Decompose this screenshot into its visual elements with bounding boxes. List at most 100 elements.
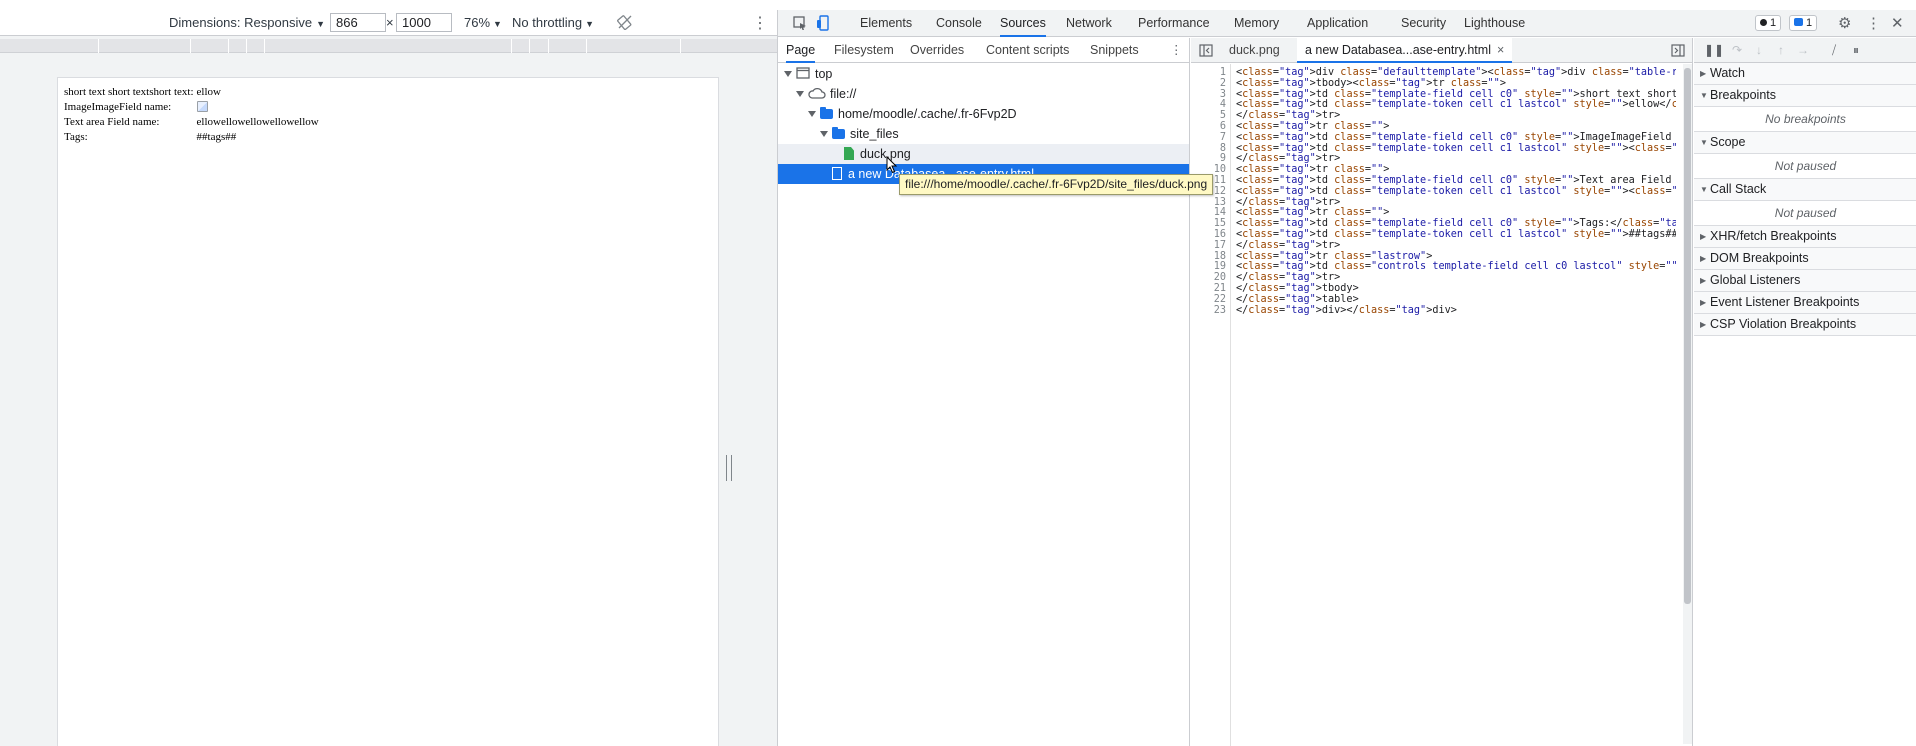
database-entry-table: short text short textshort text: ellow I…	[64, 85, 322, 145]
line-number[interactable]: 23	[1191, 304, 1226, 317]
tab-snippets[interactable]: Snippets	[1090, 38, 1139, 63]
field-value: ellowellowellowellowellow	[196, 116, 319, 128]
debugger-toolbar: ❚❚ ↷ ↓ ↑ → ⧸ ⏸	[1694, 38, 1916, 63]
tree-item-cache-folder[interactable]: home/moodle/.cache/.fr-6Fvp2D	[778, 104, 1189, 124]
toggle-navigator-icon[interactable]	[1199, 44, 1213, 57]
throttling-label: No throttling	[512, 15, 583, 30]
code-view[interactable]: 1 <class="tag">div class="defaulttemplate…	[1191, 64, 1681, 746]
debugger-section-csp-violation-breakpoints[interactable]: CSP Violation Breakpoints	[1694, 314, 1916, 336]
tab-network[interactable]: Network	[1066, 10, 1112, 37]
debugger-section-watch[interactable]: Watch	[1694, 63, 1916, 85]
collapsed-arrow-icon	[1700, 63, 1706, 84]
app-root: Dimensions: Responsive▼ × 76%▼ No thrott…	[0, 0, 1916, 746]
step-over-icon[interactable]: ↷	[1730, 43, 1744, 57]
tab-memory[interactable]: Memory	[1234, 10, 1279, 37]
expand-arrow-icon	[784, 71, 792, 77]
device-toolbar-icon[interactable]	[816, 15, 832, 31]
field-label: ImageImageField name:	[64, 101, 172, 113]
mouse-pointer-icon	[886, 156, 898, 174]
tab-elements[interactable]: Elements	[860, 10, 912, 37]
empty-state-text: Not paused	[1694, 154, 1916, 179]
message-icon	[1794, 18, 1803, 26]
tree-item-label: file://	[830, 87, 857, 101]
throttling-dropdown[interactable]: No throttling ▼	[512, 15, 594, 30]
tab-performance[interactable]: Performance	[1138, 10, 1210, 37]
field-label: Text area Field name:	[64, 116, 160, 128]
zoom-dropdown[interactable]: 76% ▼	[464, 15, 502, 30]
width-input[interactable]	[330, 13, 386, 32]
tab-page[interactable]: Page	[786, 38, 816, 63]
editor-scrollbar[interactable]	[1683, 64, 1692, 744]
tab-lighthouse[interactable]: Lighthouse	[1464, 10, 1525, 37]
rotate-icon[interactable]	[617, 14, 633, 30]
step-out-icon[interactable]: ↑	[1774, 43, 1788, 57]
height-input[interactable]	[396, 13, 452, 32]
table-row: ImageImageField name:	[64, 100, 322, 115]
settings-gear-icon[interactable]: ⚙	[1838, 14, 1851, 32]
section-label: CSP Violation Breakpoints	[1710, 317, 1857, 331]
chevron-down-icon: ▼	[585, 19, 595, 29]
dimensions-label: Dimensions: Responsive	[169, 15, 313, 30]
close-devtools-icon[interactable]: ✕	[1891, 14, 1904, 32]
viewport-resize-handle[interactable]	[726, 455, 732, 481]
cloud-icon	[808, 87, 826, 99]
deactivate-breakpoints-icon[interactable]: ⧸	[1827, 43, 1841, 57]
editor-tabs: duck.png a new Databasea...ase-entry.htm…	[1191, 38, 1692, 63]
tab-application[interactable]: Application	[1307, 10, 1368, 37]
editor-tab-entry-html[interactable]: a new Databasea...ase-entry.html ×	[1297, 38, 1513, 63]
tab-filesystem[interactable]: Filesystem	[834, 38, 894, 63]
error-count: 1	[1770, 17, 1777, 29]
customize-devtools-icon[interactable]: ⋮	[1866, 14, 1881, 32]
debugger-section-breakpoints[interactable]: Breakpoints	[1694, 85, 1916, 107]
tree-item-label: top	[815, 67, 833, 81]
expand-arrow-icon	[808, 111, 816, 117]
toggle-debugger-icon[interactable]	[1671, 44, 1685, 57]
expand-arrow-icon	[820, 131, 828, 137]
tree-item-site-files[interactable]: site_files	[778, 124, 1189, 144]
tab-overrides[interactable]: Overrides	[910, 38, 964, 63]
sources-navigator: Page Filesystem Overrides Content script…	[778, 38, 1190, 746]
dimensions-dropdown[interactable]: Dimensions: Responsive ▼	[169, 15, 325, 30]
field-value: ##tags##	[196, 131, 237, 143]
debugger-section-global-listeners[interactable]: Global Listeners	[1694, 270, 1916, 292]
field-value: ellow	[196, 86, 221, 98]
inspect-element-icon[interactable]	[792, 15, 808, 31]
chevron-down-icon: ▼	[493, 19, 502, 29]
tree-item-file-origin[interactable]: file://	[778, 84, 1189, 104]
tab-sources[interactable]: Sources	[1000, 10, 1046, 37]
debugger-sidebar: ❚❚ ↷ ↓ ↑ → ⧸ ⏸ Watch Breakpoints No breakp…	[1694, 38, 1916, 746]
tab-security[interactable]: Security	[1401, 10, 1446, 37]
more-tabs-icon[interactable]: ⋮	[1170, 38, 1183, 63]
step-icon[interactable]: →	[1796, 43, 1810, 57]
tree-item-duck-png[interactable]: duck.png	[778, 144, 1189, 164]
message-count-badge[interactable]: 1	[1789, 15, 1818, 31]
image-file-icon	[844, 147, 854, 160]
section-label: Watch	[1710, 66, 1745, 80]
table-row: Text area Field name: ellowellowellowell…	[64, 115, 322, 130]
pause-icon[interactable]: ❚❚	[1704, 43, 1724, 57]
source-editor: duck.png a new Databasea...ase-entry.htm…	[1191, 38, 1693, 746]
pause-on-exceptions-icon[interactable]: ⏸	[1849, 43, 1863, 57]
field-label: short text short textshort text:	[64, 86, 194, 98]
debugger-section-scope[interactable]: Scope	[1694, 132, 1916, 154]
tree-item-label: home/moodle/.cache/.fr-6Fvp2D	[838, 107, 1017, 121]
tree-item-top[interactable]: top	[778, 64, 1189, 84]
error-count-badge[interactable]: 1	[1755, 15, 1782, 31]
more-options-icon[interactable]: ⋮	[752, 13, 768, 33]
debugger-section-event-listener-breakpoints[interactable]: Event Listener Breakpoints	[1694, 292, 1916, 314]
media-query-ruler[interactable]	[0, 39, 777, 53]
tab-content-scripts[interactable]: Content scripts	[986, 38, 1069, 63]
debugger-section-xhr-fetch-breakpoints[interactable]: XHR/fetch Breakpoints	[1694, 226, 1916, 248]
broken-image-icon	[196, 101, 208, 112]
editor-tab-duck-png[interactable]: duck.png	[1229, 38, 1280, 63]
error-icon	[1760, 19, 1767, 26]
scrollbar-thumb[interactable]	[1684, 68, 1691, 604]
tab-console[interactable]: Console	[936, 10, 982, 37]
tree-item-label: site_files	[850, 127, 899, 141]
close-tab-icon[interactable]: ×	[1497, 43, 1504, 57]
debugger-section-call-stack[interactable]: Call Stack	[1694, 179, 1916, 201]
debugger-section-dom-breakpoints[interactable]: DOM Breakpoints	[1694, 248, 1916, 270]
step-into-icon[interactable]: ↓	[1752, 43, 1766, 57]
collapsed-arrow-icon	[1700, 314, 1706, 335]
debugger-sections: Watch Breakpoints No breakpoints Scope Not p…	[1694, 63, 1916, 336]
